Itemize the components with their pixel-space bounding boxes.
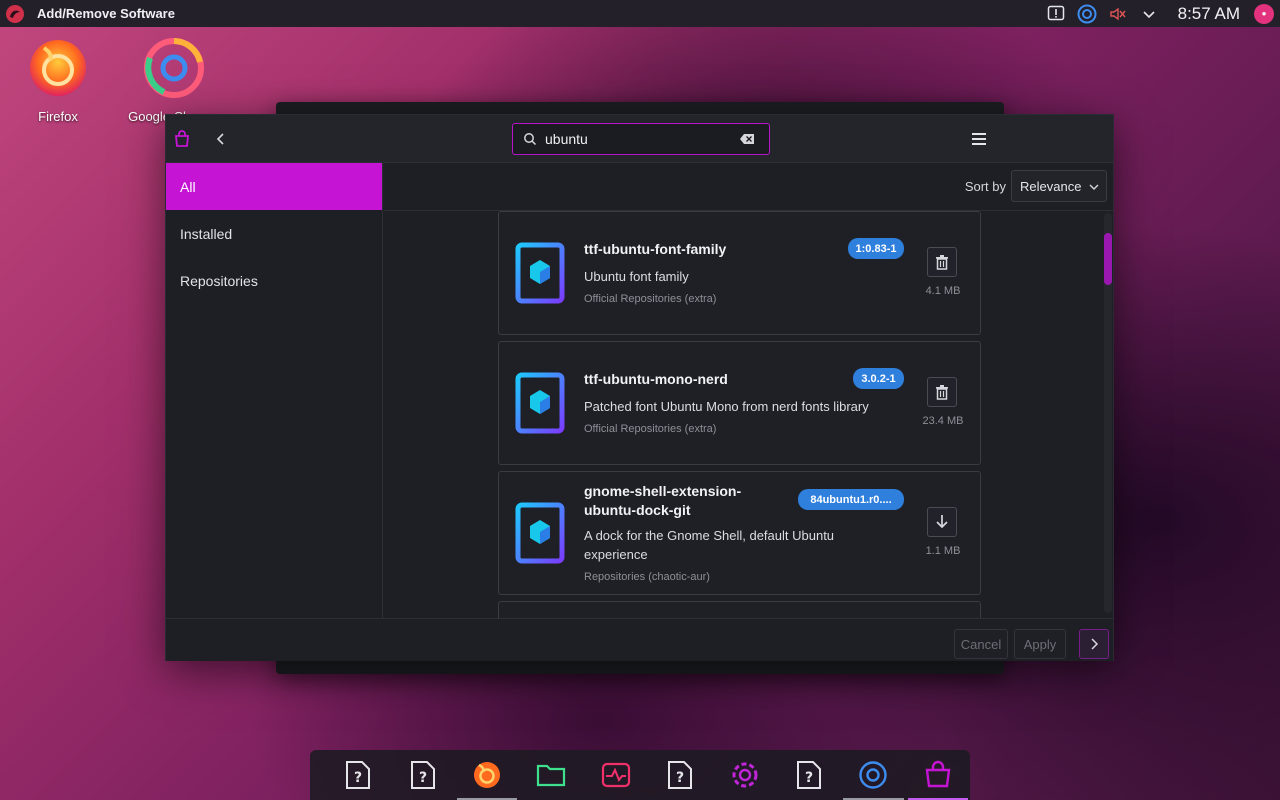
unknown-app-icon: ? — [797, 761, 822, 789]
dock: ? ? ? ? — [310, 750, 970, 800]
chevron-down-icon — [1089, 184, 1099, 190]
notifications-icon[interactable]: • — [1254, 3, 1274, 24]
dock-item-settings[interactable] — [712, 750, 776, 800]
package-icon — [515, 372, 565, 434]
dock-item-unknown-3[interactable]: ? — [648, 750, 712, 800]
header-bar — [166, 115, 1113, 163]
package-size: 23.4 MB — [922, 415, 964, 427]
apply-button[interactable]: Apply — [1014, 629, 1066, 659]
clock[interactable]: 8:57 AM — [1178, 4, 1240, 24]
remove-button[interactable] — [927, 377, 957, 407]
desktop-icon-label: Firefox — [38, 109, 78, 124]
sidebar: All Installed Repositories — [166, 163, 383, 618]
volume-muted-icon[interactable] — [1108, 4, 1128, 24]
system-monitor-icon — [601, 762, 630, 788]
shopping-bag-icon — [925, 760, 951, 788]
trash-icon — [936, 255, 948, 270]
search-icon — [524, 133, 537, 146]
hamburger-menu-icon — [972, 133, 986, 145]
browser-icon — [859, 761, 888, 789]
dock-item-system-monitor[interactable] — [584, 750, 648, 800]
package-repository: Official Repositories (extra) — [584, 293, 717, 305]
dock-item-browser[interactable] — [841, 750, 905, 800]
svg-text:?: ? — [419, 770, 427, 786]
unknown-app-icon: ? — [668, 761, 693, 789]
chrome-icon — [144, 38, 204, 98]
manjaro-logo-icon[interactable] — [5, 4, 25, 24]
unknown-app-icon: ? — [346, 761, 371, 789]
sidebar-item-all[interactable]: All — [166, 163, 382, 210]
dock-item-unknown-2[interactable]: ? — [390, 750, 454, 800]
package-name: gnome-shell-extension-ubuntu-dock-git — [584, 483, 742, 518]
package-icon — [515, 242, 565, 304]
top-panel: Add/Remove Software 8:57 AM • — [0, 0, 1280, 27]
sidebar-item-installed[interactable]: Installed — [166, 210, 382, 257]
svg-text:?: ? — [676, 770, 684, 786]
sidebar-item-repositories[interactable]: Repositories — [166, 257, 382, 304]
sort-label: Sort by — [964, 179, 1006, 194]
version-badge: 84ubuntu1.r0.... — [798, 489, 904, 510]
scrollbar[interactable] — [1104, 213, 1112, 613]
package-list: ttf-ubuntu-font-family 1:0.83-1 Ubuntu f… — [384, 211, 1113, 618]
unknown-app-icon: ? — [410, 761, 435, 789]
update-alert-icon[interactable] — [1046, 4, 1066, 24]
dock-item-unknown-4[interactable]: ? — [777, 750, 841, 800]
package-card[interactable]: ttf-ubuntu-mono-nerd 3.0.2-1 Patched fon… — [498, 341, 981, 465]
package-card[interactable]: gnome-shell-extension-ubuntu-dock-git 84… — [498, 471, 981, 595]
dock-item-software-store[interactable] — [906, 750, 970, 800]
package-description: Patched font Ubuntu Mono from nerd fonts… — [584, 399, 869, 414]
desktop-icon-chrome[interactable]: Google Chrome — [126, 36, 222, 124]
clear-search-icon[interactable] — [739, 133, 755, 145]
desktop-icon-firefox[interactable]: Firefox — [10, 36, 106, 124]
shopping-bag-icon — [175, 130, 189, 147]
package-size: 1.1 MB — [925, 545, 961, 557]
chevron-left-icon — [216, 133, 224, 145]
package-card[interactable] — [498, 601, 981, 618]
package-icon — [515, 502, 565, 564]
package-name: ttf-ubuntu-mono-nerd — [584, 371, 728, 387]
firefox-icon — [30, 40, 86, 96]
menu-button[interactable] — [969, 129, 989, 149]
version-badge: 1:0.83-1 — [848, 238, 904, 259]
cancel-button[interactable]: Cancel — [954, 629, 1008, 659]
back-button[interactable] — [210, 128, 232, 150]
package-size: 4.1 MB — [925, 285, 961, 297]
svg-text:?: ? — [354, 770, 362, 786]
chevron-right-icon — [1091, 638, 1099, 650]
sort-dropdown[interactable]: Relevance — [1011, 170, 1107, 202]
svg-text:?: ? — [805, 770, 813, 786]
sort-selected-value: Relevance — [1020, 178, 1082, 194]
window-title: Add/Remove Software — [37, 6, 175, 21]
search-input[interactable] — [545, 127, 735, 151]
system-tray: 8:57 AM • — [1046, 0, 1280, 27]
firefox-icon — [474, 762, 501, 788]
folder-icon — [537, 764, 566, 787]
chevron-down-icon[interactable] — [1139, 4, 1159, 24]
software-manager-window: All Installed Repositories Sort by Relev… — [165, 114, 1114, 661]
package-card[interactable]: ttf-ubuntu-font-family 1:0.83-1 Ubuntu f… — [498, 211, 981, 335]
package-repository: Official Repositories (extra) — [584, 423, 717, 435]
package-repository: Repositories (chaotic-aur) — [584, 571, 710, 583]
version-badge: 3.0.2-1 — [853, 368, 904, 389]
browser-sync-icon[interactable] — [1077, 4, 1097, 24]
dock-item-unknown-1[interactable]: ? — [326, 750, 390, 800]
remove-button[interactable] — [927, 247, 957, 277]
sort-bar: Sort by Relevance — [384, 163, 1113, 211]
next-button[interactable] — [1079, 629, 1109, 659]
package-name: ttf-ubuntu-font-family — [584, 241, 727, 257]
scrollbar-thumb[interactable] — [1104, 233, 1112, 285]
install-button[interactable] — [927, 507, 957, 537]
footer-bar: Cancel Apply — [166, 618, 1113, 661]
dock-item-firefox[interactable] — [455, 750, 519, 800]
settings-gear-icon — [732, 762, 758, 788]
trash-icon — [936, 385, 948, 400]
dock-item-files[interactable] — [519, 750, 583, 800]
search-field[interactable] — [512, 123, 770, 155]
download-arrow-icon — [936, 515, 948, 529]
package-description: Ubuntu font family — [584, 269, 689, 284]
package-description: A dock for the Gnome Shell, default Ubun… — [584, 528, 835, 562]
